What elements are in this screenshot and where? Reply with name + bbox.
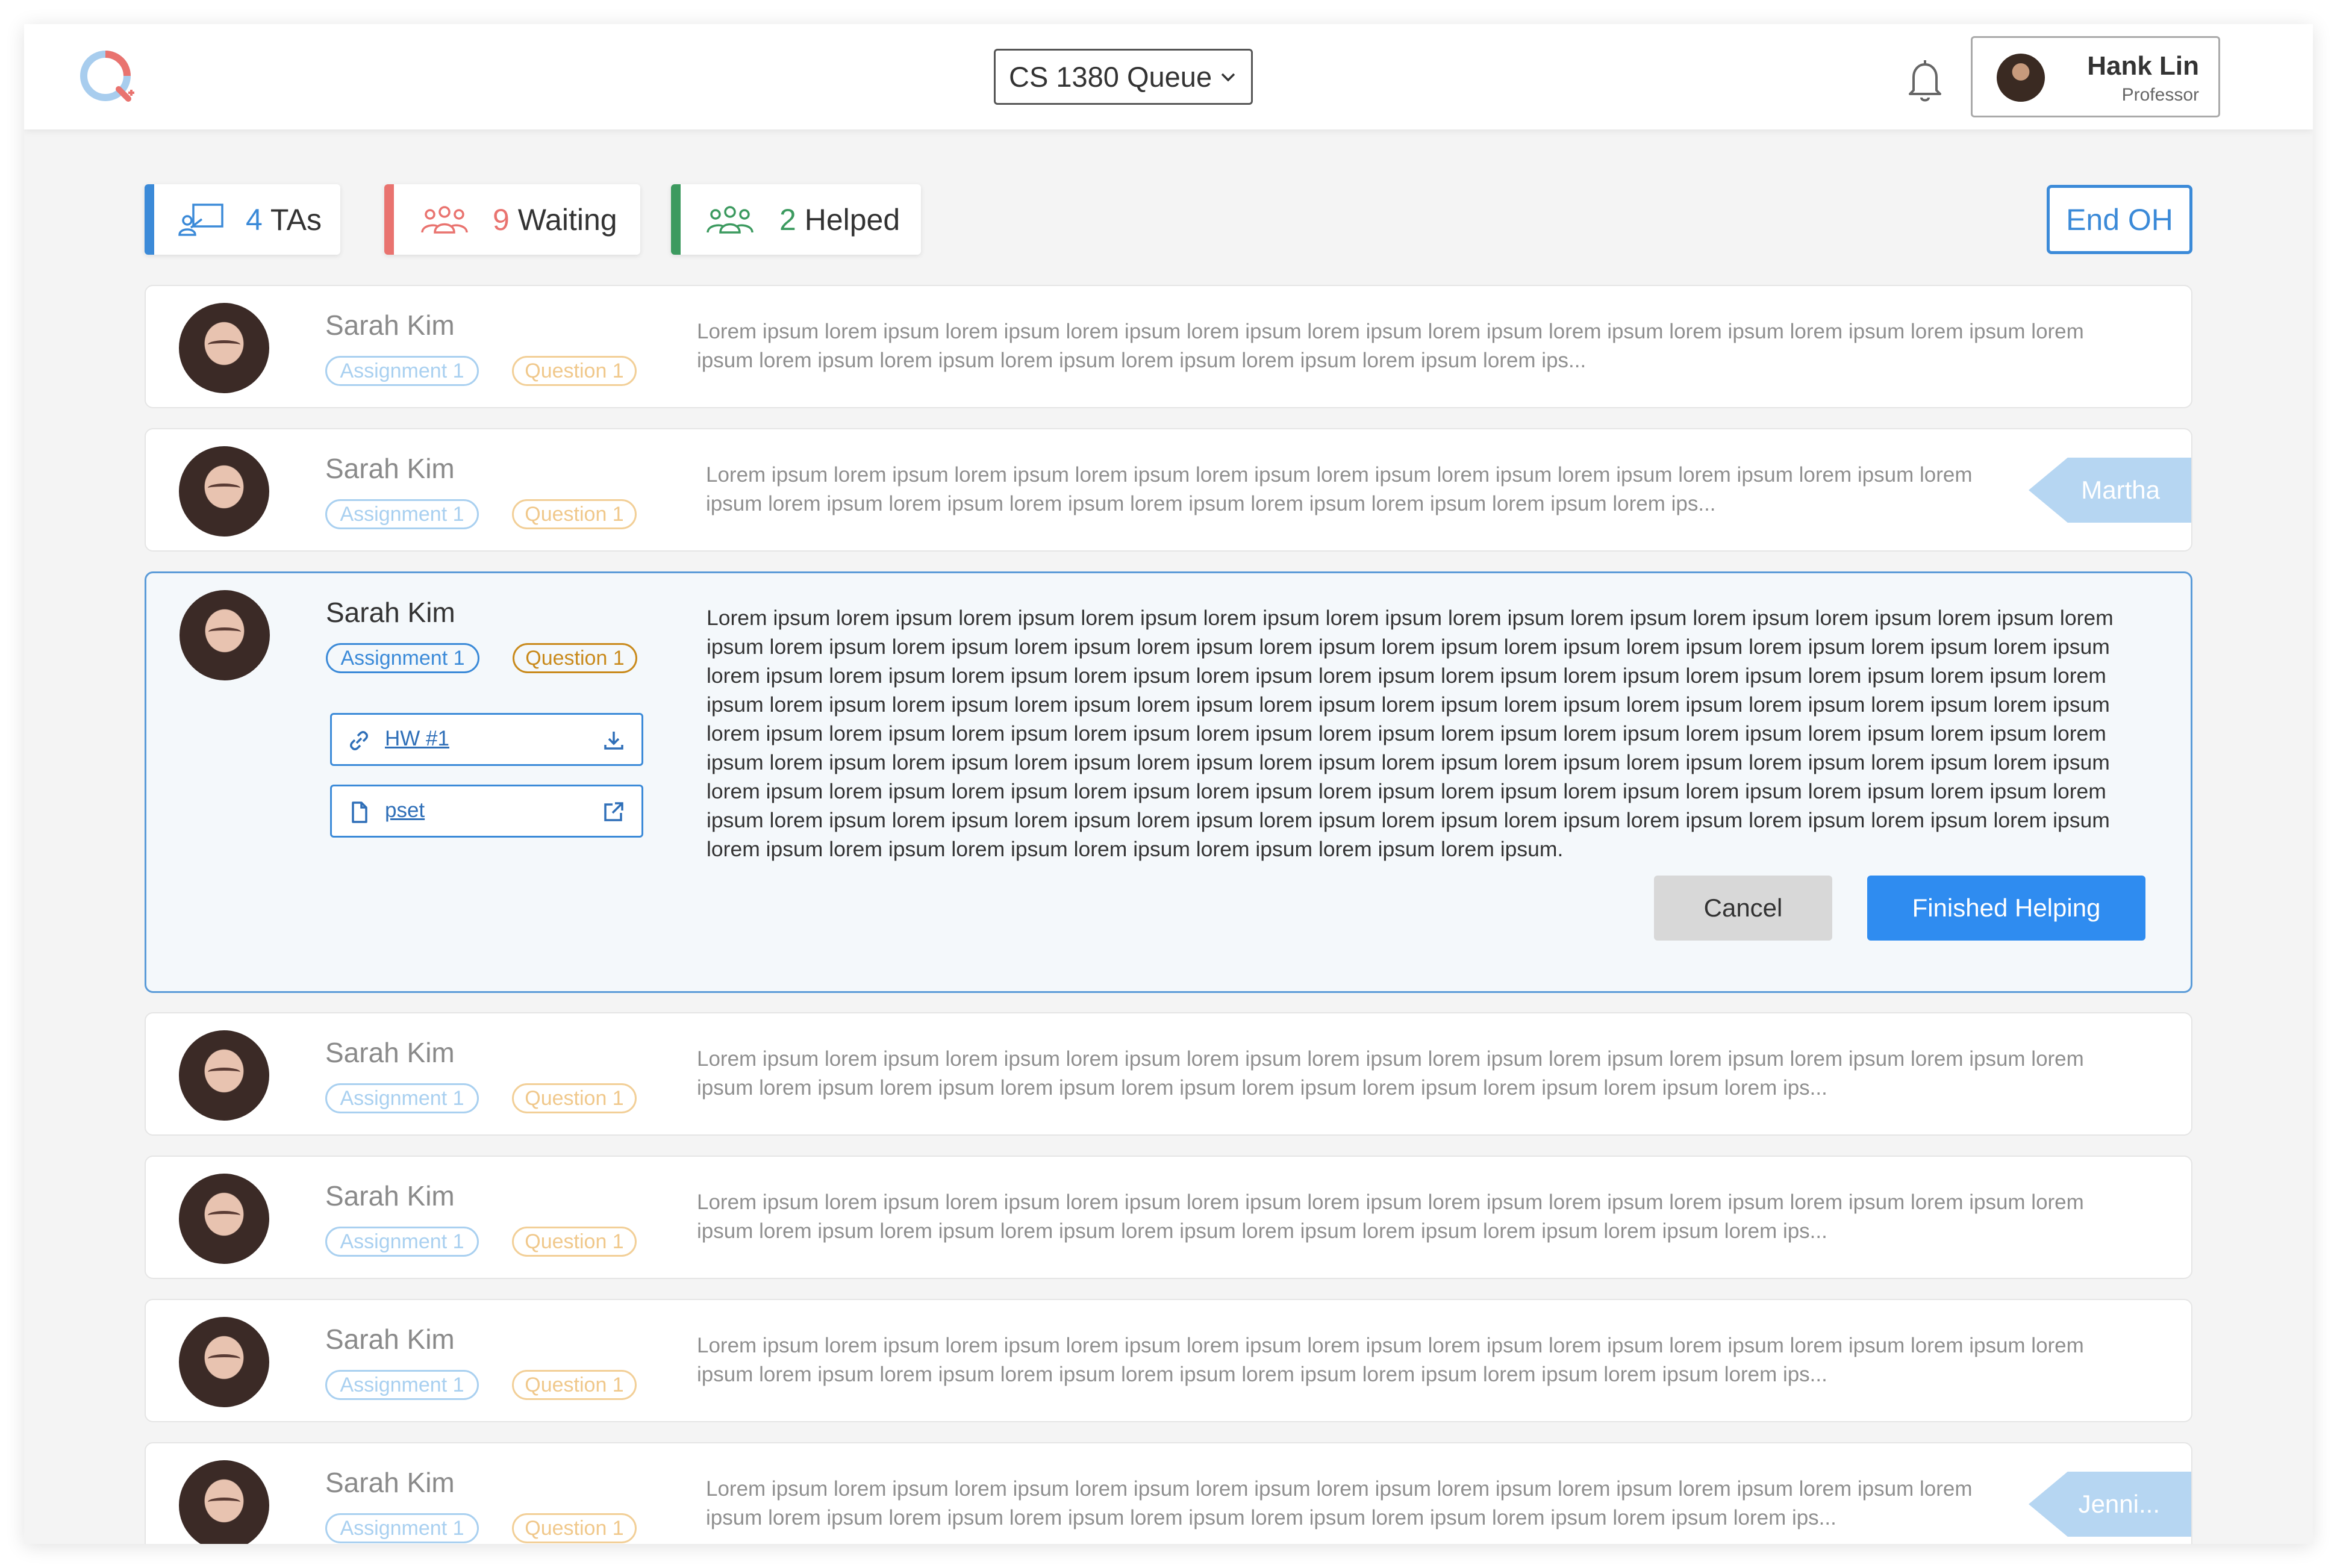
question-preview: Lorem ipsum lorem ipsum lorem ipsum lore… — [706, 463, 1973, 515]
stat-tas: 4 TAs — [145, 184, 340, 255]
user-role: Professor — [2121, 85, 2199, 105]
stat-waiting-text: 9 Waiting — [493, 202, 617, 237]
notification-bell-icon[interactable] — [1902, 55, 1949, 105]
attachment-label[interactable]: pset — [385, 798, 425, 823]
avatar — [179, 1030, 269, 1121]
avatar — [179, 590, 270, 680]
stat-waiting-label: Waiting — [517, 203, 617, 237]
queue-row[interactable]: Sarah Kim Assignment 1 Question 1 Lorem … — [145, 285, 2192, 408]
question-tag: Question 1 — [513, 643, 637, 673]
assigned-ta-flag: Jenni... — [2029, 1472, 2191, 1537]
question-preview: Lorem ipsum lorem ipsum lorem ipsum lore… — [706, 1477, 1973, 1529]
end-oh-button[interactable]: End OH — [2047, 185, 2192, 254]
student-name: Sarah Kim — [325, 1467, 455, 1498]
stat-accent-bar — [145, 184, 154, 255]
user-profile-card[interactable]: Hank Lin Professor — [1971, 36, 2220, 117]
assignment-tag: Assignment 1 — [326, 643, 479, 673]
stat-helped-count: 2 — [779, 203, 796, 237]
assignment-tag: Assignment 1 — [325, 499, 479, 529]
external-link-icon[interactable] — [602, 800, 626, 824]
question-tag: Question 1 — [512, 1513, 637, 1543]
assigned-ta-flag: Martha — [2029, 458, 2191, 523]
user-name: Hank Lin — [2087, 51, 2199, 81]
queue-row[interactable]: Sarah Kim Assignment 1 Question 1 Lorem … — [145, 428, 2192, 552]
stat-tas-text: 4 TAs — [246, 202, 322, 237]
finished-helping-button[interactable]: Finished Helping — [1867, 876, 2145, 941]
avatar — [179, 303, 269, 393]
top-bar: CS 1380 Queue Hank Lin Professor — [24, 24, 2313, 129]
question-tag: Question 1 — [512, 1227, 637, 1257]
stat-helped: 2 Helped — [671, 184, 921, 255]
student-name: Sarah Kim — [325, 453, 455, 484]
student-name: Sarah Kim — [325, 1324, 455, 1355]
question-tag: Question 1 — [512, 356, 637, 386]
student-name: Sarah Kim — [325, 310, 455, 341]
queue-selector[interactable]: CS 1380 Queue — [994, 49, 1253, 105]
stat-tas-label: TAs — [270, 203, 322, 237]
student-name: Sarah Kim — [326, 597, 455, 628]
group-icon — [421, 206, 468, 234]
ta-presenter-icon — [178, 204, 223, 236]
cancel-button[interactable]: Cancel — [1654, 876, 1832, 941]
stat-accent-bar — [671, 184, 681, 255]
avatar — [179, 1317, 269, 1407]
queue-row[interactable]: Sarah Kim Assignment 1 Question 1 Lorem … — [145, 1442, 2192, 1544]
question-preview: Lorem ipsum lorem ipsum lorem ipsum lore… — [697, 1334, 2084, 1386]
attachment-label[interactable]: HW #1 — [385, 727, 449, 751]
stat-helped-label: Helped — [804, 203, 900, 237]
chevron-down-icon — [1221, 73, 1235, 82]
group-icon — [707, 206, 754, 234]
stat-accent-bar — [384, 184, 394, 255]
queue-selector-label: CS 1380 Queue — [1009, 61, 1212, 93]
assignment-tag: Assignment 1 — [325, 356, 479, 386]
stat-helped-text: 2 Helped — [779, 202, 900, 237]
queue-row[interactable]: Sarah Kim Assignment 1 Question 1 Lorem … — [145, 1012, 2192, 1136]
student-name: Sarah Kim — [325, 1037, 455, 1068]
queue-row[interactable]: Sarah Kim Assignment 1 Question 1 Lorem … — [145, 1299, 2192, 1422]
stat-waiting: 9 Waiting — [384, 184, 640, 255]
assignment-tag: Assignment 1 — [325, 1227, 479, 1257]
question-preview: Lorem ipsum lorem ipsum lorem ipsum lore… — [697, 1047, 2084, 1100]
avatar — [1997, 54, 2045, 102]
avatar — [179, 1460, 269, 1544]
queue-row-expanded[interactable]: Sarah Kim Assignment 1 Question 1 HW #1 … — [145, 571, 2192, 993]
assignment-tag: Assignment 1 — [325, 1083, 479, 1113]
attachment-hw1[interactable]: HW #1 — [330, 713, 643, 766]
file-icon — [352, 801, 367, 823]
assignment-tag: Assignment 1 — [325, 1370, 479, 1400]
question-full-text: Lorem ipsum lorem ipsum lorem ipsum lore… — [707, 606, 2114, 861]
question-tag: Question 1 — [512, 1083, 637, 1113]
question-preview: Lorem ipsum lorem ipsum lorem ipsum lore… — [697, 320, 2084, 372]
stat-waiting-count: 9 — [493, 203, 510, 237]
attachment-pset[interactable]: pset — [330, 785, 643, 838]
student-name: Sarah Kim — [325, 1180, 455, 1212]
stat-tas-count: 4 — [246, 203, 263, 237]
avatar — [179, 446, 269, 537]
assignment-tag: Assignment 1 — [325, 1513, 479, 1543]
queue-row[interactable]: Sarah Kim Assignment 1 Question 1 Lorem … — [145, 1156, 2192, 1279]
link-icon — [350, 731, 368, 750]
question-tag: Question 1 — [512, 499, 637, 529]
question-tag: Question 1 — [512, 1370, 637, 1400]
office-hours-app: CS 1380 Queue Hank Lin Professor 4 TAs 9… — [24, 24, 2313, 1544]
app-logo-icon[interactable] — [75, 47, 142, 107]
avatar — [179, 1174, 269, 1264]
question-preview: Lorem ipsum lorem ipsum lorem ipsum lore… — [697, 1190, 2084, 1243]
download-icon[interactable] — [602, 728, 626, 752]
